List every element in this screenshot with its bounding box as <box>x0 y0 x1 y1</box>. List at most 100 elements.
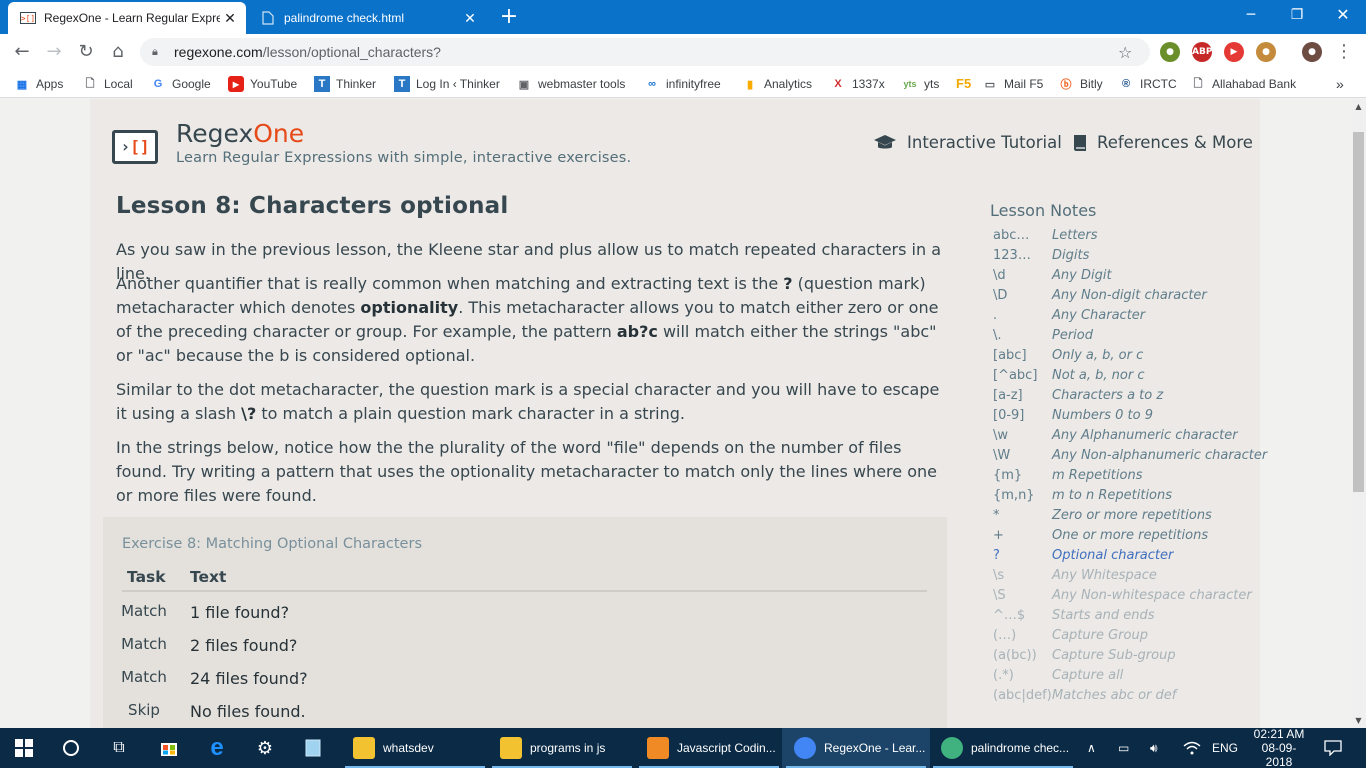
restore-icon[interactable]: ❐ <box>1274 0 1320 30</box>
bookmark-thinker[interactable]: T Thinker <box>314 76 376 92</box>
page-icon: 🗋︎ <box>85 77 95 90</box>
forward-icon[interactable]: → <box>42 40 66 64</box>
browser-toolbar: ← → ↻ ⌂ 🔒︎ regexone.com/lesson/optional_… <box>0 34 1366 70</box>
webmaster-icon: ▣ <box>518 78 530 91</box>
wifi-icon[interactable] <box>1183 728 1201 768</box>
bookmark-1337x[interactable]: X 1337x <box>830 76 884 92</box>
note-symbol: [^abc] <box>993 368 1038 383</box>
cortana-search-icon[interactable] <box>48 728 94 768</box>
reload-icon[interactable]: ↻ <box>74 40 98 64</box>
note-symbol: \d <box>993 268 1006 283</box>
irctc-icon: ® <box>1121 78 1131 90</box>
lesson-title: Lesson 8: Characters optional <box>116 193 509 219</box>
bookmark-login-thinker[interactable]: T Log In ‹ Thinker <box>394 76 500 92</box>
bookmark-bitly[interactable]: ⓑ Bitly <box>1058 76 1103 92</box>
note-description: Capture all <box>1052 668 1124 683</box>
nav-interactive-tutorial[interactable]: Interactive Tutorial <box>873 133 1062 152</box>
settings-icon[interactable]: ⚙ <box>242 728 288 768</box>
task-cell: Match <box>121 635 167 653</box>
clock-time: 02:21 AM <box>1253 727 1305 741</box>
action-center-icon[interactable] <box>1324 728 1342 768</box>
bookmark-webmaster-tools[interactable]: ▣ webmaster tools <box>516 76 626 92</box>
note-symbol: * <box>993 508 1000 523</box>
windows-start-icon[interactable] <box>0 728 48 768</box>
tab-palindrome[interactable]: palindrome check.html ✕ <box>248 2 486 34</box>
store-icon[interactable] <box>146 728 192 768</box>
taskbar-app-button[interactable]: whatsdev <box>341 728 489 768</box>
regexone-logo-icon[interactable]: ›[] <box>112 130 158 164</box>
taskbar-app-icon <box>353 737 375 759</box>
note-symbol: ^…$ <box>993 608 1026 623</box>
taskbar-app-button[interactable]: RegexOne - Lear... <box>782 728 930 768</box>
scroll-down-icon[interactable]: ▼ <box>1351 716 1366 725</box>
volume-icon[interactable]: 🔊︎ <box>1150 728 1158 768</box>
bookmark-infinityfree[interactable]: ∞ infinityfree <box>644 76 721 92</box>
address-bar[interactable]: 🔒︎ regexone.com/lesson/optional_characte… <box>140 38 1150 66</box>
extension-globe-icon[interactable]: ● <box>1160 42 1180 62</box>
lesson-paragraph-3: Similar to the dot metacharacter, the qu… <box>116 380 940 423</box>
taskbar-app-button[interactable]: palindrome chec... <box>929 728 1077 768</box>
bookmark-f5[interactable]: F5 <box>956 76 971 91</box>
taskbar-app-label: palindrome chec... <box>971 741 1070 755</box>
taskbar-app-button[interactable]: programs in js <box>488 728 636 768</box>
note-description: m to n Repetitions <box>1052 488 1173 503</box>
note-description: Not a, b, nor c <box>1052 368 1145 383</box>
x-icon: X <box>834 78 842 90</box>
language-indicator[interactable]: ENG <box>1212 728 1238 768</box>
minimize-icon[interactable]: ─ <box>1228 0 1274 30</box>
taskbar-app-label: whatsdev <box>383 741 434 755</box>
bookmark-irctc[interactable]: ® IRCTC <box>1118 76 1177 92</box>
note-symbol: (abc|def) <box>993 688 1052 703</box>
note-description: Only a, b, or c <box>1052 348 1144 363</box>
page-content: ›[] RegexOne Learn Regular Expressions w… <box>90 99 1267 728</box>
bookmark-allahabad-bank[interactable]: 🗋︎ Allahabad Bank <box>1190 76 1297 92</box>
bookmarks-bar: ▦ Apps 🗋︎ Local G Google ▶ YouTube T Thinker … <box>0 70 1366 98</box>
note-description: Optional character <box>1052 548 1174 563</box>
exercise-title: Exercise 8: Matching Optional Characters <box>122 536 422 552</box>
new-tab-icon[interactable]: + <box>496 5 522 29</box>
lesson-paragraph-2: Another quantifier that is really common… <box>116 274 939 365</box>
clock[interactable]: 02:21 AM 08-09-2018 <box>1250 727 1308 768</box>
edge-icon[interactable]: e <box>194 728 240 768</box>
battery-icon[interactable]: ▭ <box>1118 728 1129 768</box>
close-tab-icon[interactable]: ✕ <box>460 10 480 27</box>
nav-references[interactable]: References & More <box>1073 133 1253 152</box>
url-text: regexone.com/lesson/optional_characters? <box>174 44 441 60</box>
back-icon[interactable]: ← <box>10 40 34 64</box>
book-icon <box>1073 134 1087 152</box>
scroll-up-icon[interactable]: ▲ <box>1351 102 1366 111</box>
note-symbol: ? <box>993 548 1000 563</box>
site-name[interactable]: RegexOne <box>176 119 304 148</box>
bookmark-apps[interactable]: ▦ Apps <box>14 76 64 92</box>
menu-kebab-icon[interactable]: ⋮ <box>1332 40 1356 64</box>
close-window-icon[interactable]: ✕ <box>1320 0 1366 30</box>
cookie-extension-icon[interactable]: ● <box>1256 42 1276 62</box>
taskbar-app-label: Javascript Codin... <box>677 741 776 755</box>
bookmark-star-icon[interactable]: ☆ <box>1118 43 1138 62</box>
bookmark-google[interactable]: G Google <box>150 76 211 92</box>
bookmark-analytics[interactable]: ▮ Analytics <box>742 76 812 92</box>
svg-text:>[]: >[] <box>21 14 35 23</box>
close-tab-icon[interactable]: ✕ <box>220 10 240 27</box>
task-view-icon[interactable]: ⧉ <box>96 728 142 768</box>
note-symbol: \s <box>993 568 1005 583</box>
bookmark-mail-f5[interactable]: ▭ Mail F5 <box>982 76 1044 92</box>
show-hidden-icons-icon[interactable]: ∧ <box>1087 728 1096 768</box>
adblock-icon[interactable]: ABP <box>1192 42 1212 62</box>
taskbar-app-button[interactable]: Javascript Codin... <box>635 728 783 768</box>
note-description: Any Whitespace <box>1052 568 1157 583</box>
notepad-icon[interactable] <box>290 728 336 768</box>
scrollbar-thumb[interactable] <box>1353 132 1364 492</box>
bookmarks-overflow-icon[interactable]: » <box>1336 76 1344 92</box>
play-extension-icon[interactable]: ▶ <box>1224 42 1244 62</box>
note-symbol: . <box>993 308 998 323</box>
bookmark-local[interactable]: 🗋︎ Local <box>82 76 133 92</box>
taskbar-app-label: RegexOne - Lear... <box>824 741 926 755</box>
tab-regexone[interactable]: >[] RegexOne - Learn Regular Expres ✕ <box>8 2 246 34</box>
home-icon[interactable]: ⌂ <box>106 40 130 64</box>
bookmark-youtube[interactable]: ▶ YouTube <box>228 76 297 92</box>
profile-avatar-icon[interactable]: ● <box>1302 42 1322 62</box>
bookmark-yts[interactable]: yts yts <box>902 76 939 92</box>
note-symbol: + <box>993 528 1004 543</box>
vertical-scrollbar[interactable]: ▲ ▼ <box>1351 99 1366 728</box>
